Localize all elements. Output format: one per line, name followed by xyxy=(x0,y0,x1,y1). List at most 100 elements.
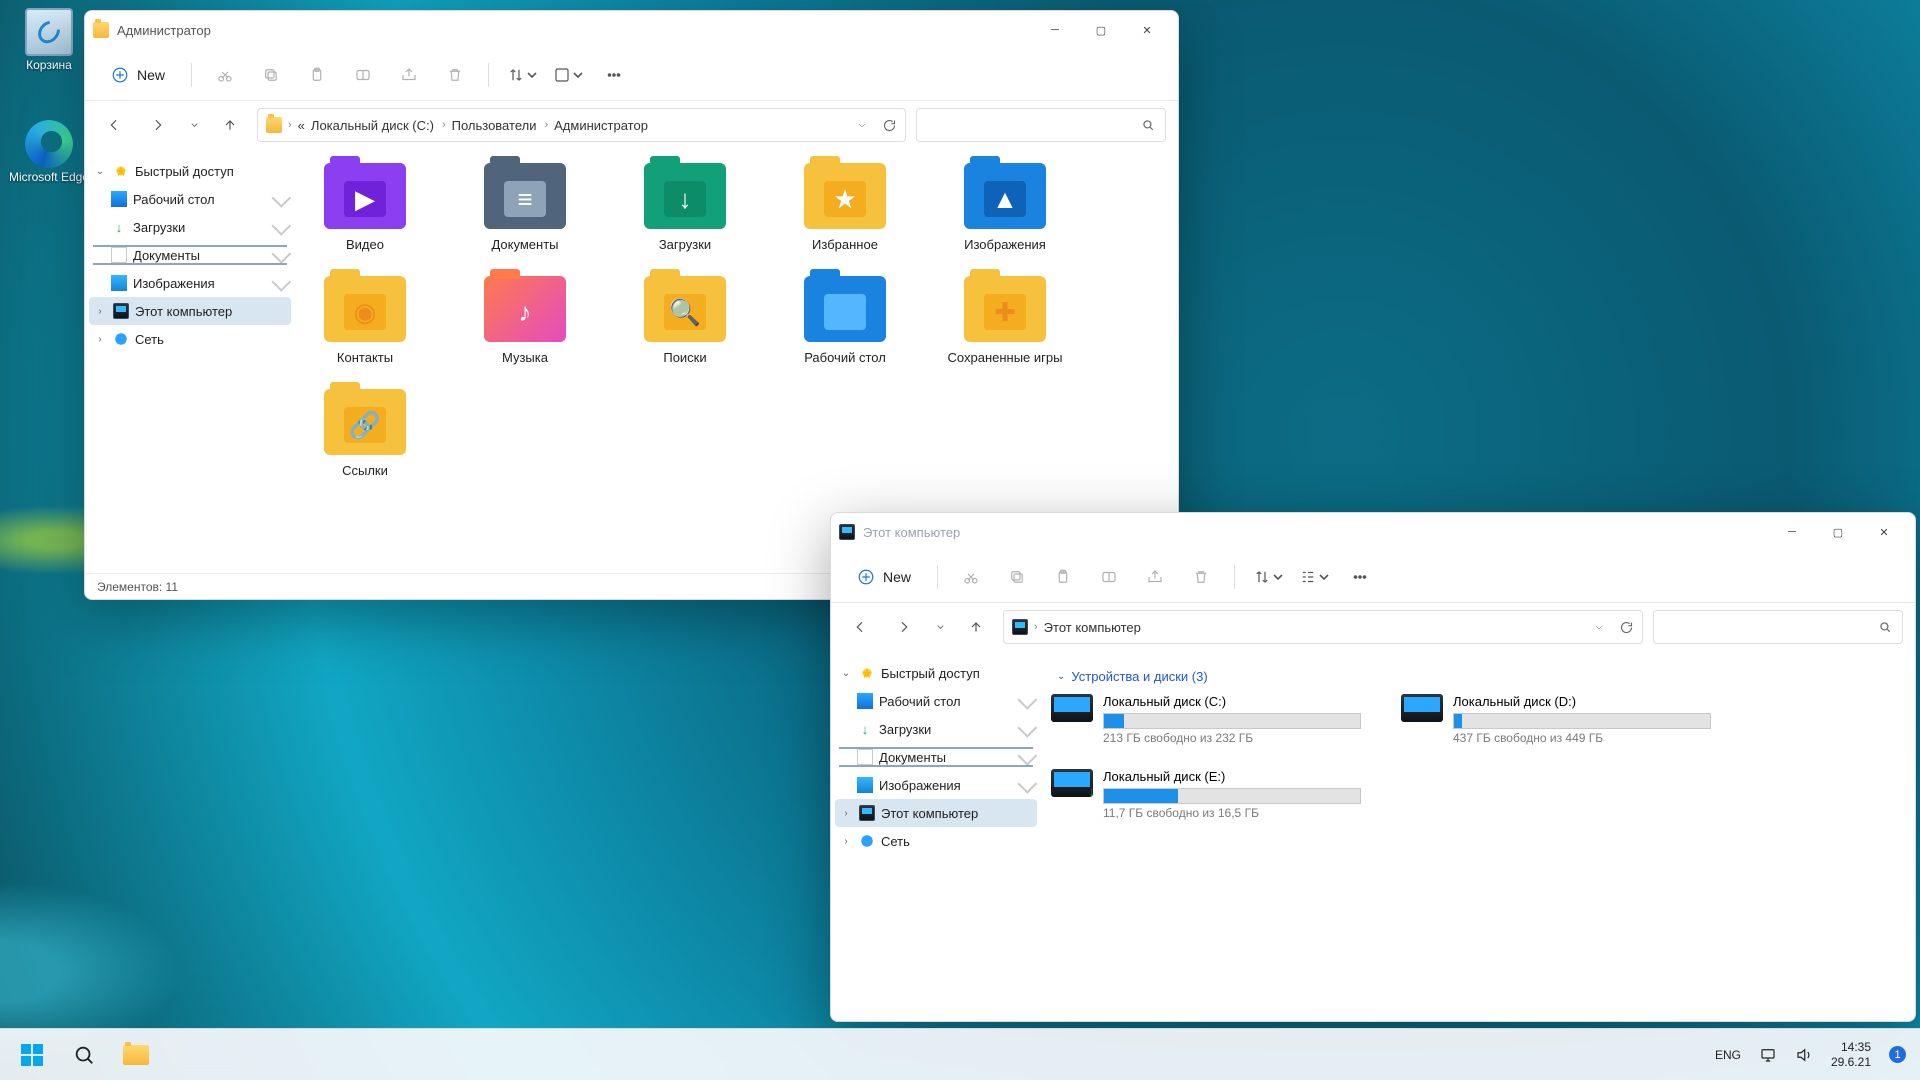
explorer-taskbar-button[interactable] xyxy=(112,1033,160,1077)
search-input[interactable] xyxy=(1653,610,1903,644)
drive-item[interactable]: Локальный диск (C:)213 ГБ свободно из 23… xyxy=(1051,694,1361,745)
folder-item[interactable]: 🔗Ссылки xyxy=(305,389,425,478)
network-tray-icon[interactable] xyxy=(1759,1046,1777,1064)
sidebar-network[interactable]: ›Сеть xyxy=(89,325,291,353)
folder-item[interactable]: ✚Сохраненные игры xyxy=(945,276,1065,365)
sidebar-pictures[interactable]: Изображения xyxy=(835,771,1037,799)
view-button[interactable] xyxy=(547,57,589,93)
sidebar-desktop[interactable]: Рабочий стол xyxy=(835,687,1037,715)
notification-badge[interactable]: 1 xyxy=(1889,1046,1906,1063)
capacity-bar xyxy=(1103,788,1361,804)
pc-icon xyxy=(839,524,855,540)
clock[interactable]: 14:35 29.6.21 xyxy=(1831,1040,1871,1070)
cut-button[interactable] xyxy=(950,559,992,595)
folder-icon xyxy=(266,117,282,133)
section-devices-drives[interactable]: ⌄Устройства и диски (3) xyxy=(1051,665,1905,694)
more-button[interactable] xyxy=(1339,559,1381,595)
breadcrumb[interactable]: Локальный диск (C:) xyxy=(311,118,434,133)
forward-button[interactable] xyxy=(141,108,175,142)
maximize-button[interactable]: ▢ xyxy=(1815,516,1861,548)
new-button[interactable]: New xyxy=(97,57,179,93)
drive-item[interactable]: Локальный диск (D:)437 ГБ свободно из 44… xyxy=(1401,694,1711,745)
rename-button[interactable] xyxy=(1088,559,1130,595)
sort-button[interactable] xyxy=(501,57,543,93)
folder-item[interactable]: ≡Документы xyxy=(465,163,585,252)
drive-item[interactable]: ↓ Локальный диск (E:)11,7 ГБ свободно из… xyxy=(1051,769,1361,820)
search-icon xyxy=(1878,620,1892,634)
copy-button[interactable] xyxy=(996,559,1038,595)
sidebar-downloads[interactable]: Загрузки xyxy=(89,213,291,241)
up-button[interactable] xyxy=(959,610,993,644)
sidebar-quick-access[interactable]: ⌄Быстрый доступ xyxy=(89,157,291,185)
copy-button[interactable] xyxy=(250,57,292,93)
navrow: › Этот компьютер xyxy=(831,603,1915,651)
folder-item[interactable]: ◉Контакты xyxy=(305,276,425,365)
paste-button[interactable] xyxy=(1042,559,1084,595)
close-button[interactable]: ✕ xyxy=(1124,14,1170,46)
breadcrumb[interactable]: Этот компьютер xyxy=(1044,620,1141,635)
group-button[interactable] xyxy=(1293,559,1335,595)
rename-button[interactable] xyxy=(342,57,384,93)
start-button[interactable] xyxy=(8,1033,56,1077)
delete-button[interactable] xyxy=(1180,559,1222,595)
pin-icon xyxy=(1021,695,1033,707)
address-bar[interactable]: › « Локальный диск (C:)› Пользователи› А… xyxy=(257,108,906,142)
sidebar-desktop[interactable]: Рабочий стол xyxy=(89,185,291,213)
folder-item[interactable]: 🔍Поиски xyxy=(625,276,745,365)
back-button[interactable] xyxy=(97,108,131,142)
folder-item[interactable]: ★Избранное xyxy=(785,163,905,252)
window-title: Этот компьютер xyxy=(863,525,960,540)
folder-item[interactable]: ▶Видео xyxy=(305,163,425,252)
sidebar-this-pc[interactable]: ›Этот компьютер xyxy=(89,297,291,325)
share-button[interactable] xyxy=(1134,559,1176,595)
refresh-button[interactable] xyxy=(1619,620,1634,635)
star-icon xyxy=(113,163,129,179)
windows-icon xyxy=(21,1044,43,1066)
titlebar[interactable]: Администратор ─ ▢ ✕ xyxy=(85,11,1178,49)
new-button[interactable]: New xyxy=(843,559,925,595)
breadcrumb[interactable]: Администратор xyxy=(554,118,648,133)
pin-icon xyxy=(275,277,287,289)
titlebar[interactable]: Этот компьютер ─ ▢ ✕ xyxy=(831,513,1915,551)
paste-button[interactable] xyxy=(296,57,338,93)
folder-item[interactable]: ♪Музыка xyxy=(465,276,585,365)
sidebar-downloads[interactable]: Загрузки xyxy=(835,715,1037,743)
close-button[interactable]: ✕ xyxy=(1861,516,1907,548)
volume-tray-icon[interactable] xyxy=(1795,1046,1813,1064)
forward-button[interactable] xyxy=(887,610,921,644)
delete-button[interactable] xyxy=(434,57,476,93)
cut-button[interactable] xyxy=(204,57,246,93)
sidebar-this-pc[interactable]: ›Этот компьютер xyxy=(835,799,1037,827)
desktop-edge[interactable]: Microsoft Edge xyxy=(4,120,94,184)
minimize-button[interactable]: ─ xyxy=(1032,14,1078,46)
sort-button[interactable] xyxy=(1247,559,1289,595)
search-button[interactable] xyxy=(60,1033,108,1077)
sidebar-pictures[interactable]: Изображения xyxy=(89,269,291,297)
recent-button[interactable] xyxy=(185,108,203,142)
more-button[interactable] xyxy=(593,57,635,93)
star-icon xyxy=(859,665,875,681)
content-pane: ⌄Устройства и диски (3) Локальный диск (… xyxy=(1041,651,1915,1021)
language-indicator[interactable]: ENG xyxy=(1715,1048,1741,1062)
refresh-button[interactable] xyxy=(882,118,897,133)
desktop-recycle-bin[interactable]: Корзина xyxy=(4,8,94,72)
search-input[interactable] xyxy=(916,108,1166,142)
folder-item[interactable]: Рабочий стол xyxy=(785,276,905,365)
sidebar-quick-access[interactable]: ⌄Быстрый доступ xyxy=(835,659,1037,687)
back-button[interactable] xyxy=(843,610,877,644)
chevron-down-icon[interactable] xyxy=(856,118,868,133)
folder-item[interactable]: ↓Загрузки xyxy=(625,163,745,252)
sidebar-documents[interactable]: Документы xyxy=(89,241,291,269)
folder-item[interactable]: ▲Изображения xyxy=(945,163,1065,252)
chevron-down-icon[interactable] xyxy=(1593,620,1605,635)
breadcrumb[interactable]: Пользователи xyxy=(452,118,537,133)
maximize-button[interactable]: ▢ xyxy=(1078,14,1124,46)
sidebar-documents[interactable]: Документы xyxy=(835,743,1037,771)
share-button[interactable] xyxy=(388,57,430,93)
minimize-button[interactable]: ─ xyxy=(1769,516,1815,548)
content-pane: ▶Видео ≡Документы ↓Загрузки ★Избранное ▲Изоб… xyxy=(295,149,1178,573)
up-button[interactable] xyxy=(213,108,247,142)
address-bar[interactable]: › Этот компьютер xyxy=(1003,610,1643,644)
sidebar-network[interactable]: ›Сеть xyxy=(835,827,1037,855)
recent-button[interactable] xyxy=(931,610,949,644)
